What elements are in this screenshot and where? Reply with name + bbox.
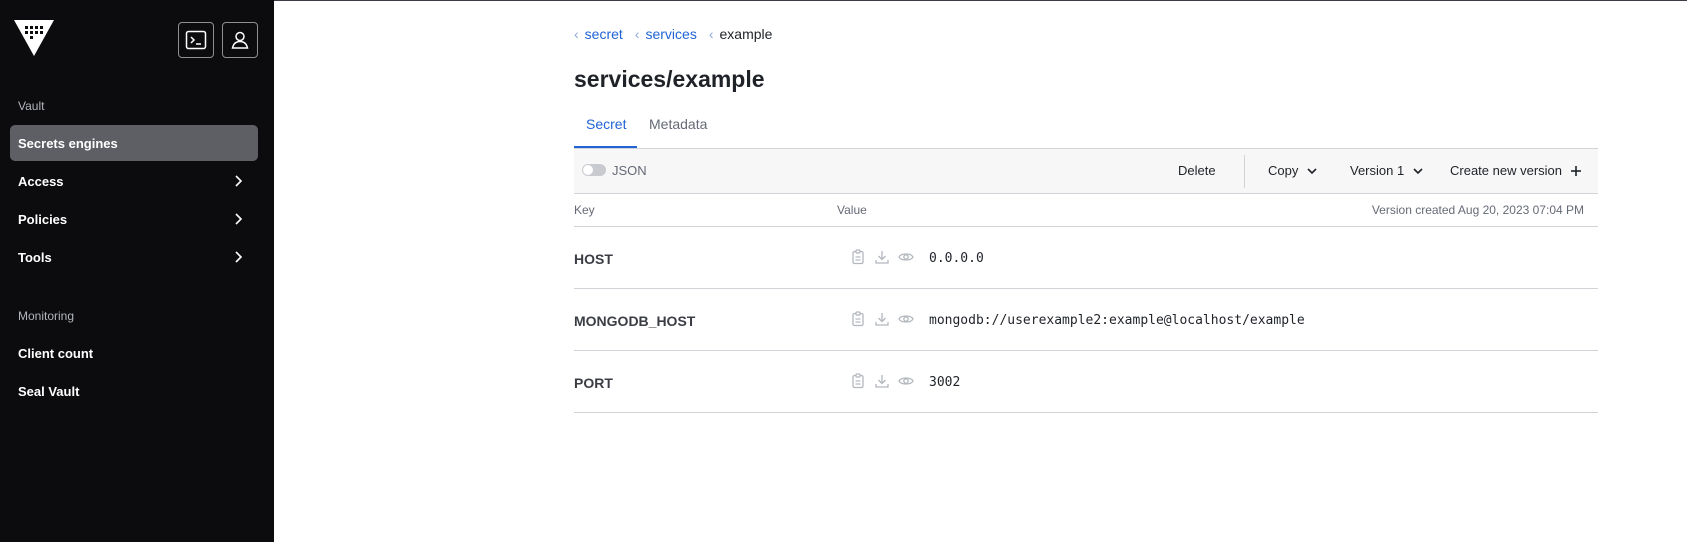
sidebar-item-access[interactable]: Access [10,163,258,199]
row-actions [850,373,914,389]
page-title: services/example [574,66,765,92]
breadcrumb: ‹ secret ‹ services ‹ example [574,26,784,42]
eye-icon[interactable] [898,249,914,265]
section-label-vault: Vault [18,99,45,113]
chevron-right-icon [235,175,243,187]
secret-value: 0.0.0.0 [929,251,984,266]
sidebar-item-seal-vault[interactable]: Seal Vault [10,373,258,409]
chevron-right-icon [235,213,243,225]
breadcrumb-current-label: example [719,26,773,42]
copy-button-label: Copy [1268,163,1299,178]
table-row: HOST 0.0.0.0 [574,227,1598,289]
table-row: PORT 3002 [574,351,1598,413]
delete-button-label: Delete [1178,163,1216,178]
console-toggle-button[interactable] [178,22,214,58]
chevron-down-icon [1413,167,1423,174]
column-header-value: Value [837,203,867,217]
secret-value: mongodb://userexample2:example@localhost… [929,313,1305,328]
column-header-key: Key [574,203,595,217]
user-icon [231,31,249,49]
chevron-down-icon [1307,167,1317,174]
secret-toolbar: JSON Delete Copy Version 1 Create new ve… [574,149,1598,194]
secret-key: MONGODB_HOST [574,313,696,329]
chevron-left-icon: ‹ [574,26,579,42]
sidebar-item-label: Access [18,173,64,189]
create-new-version-button[interactable]: Create new version [1450,163,1582,178]
chevron-right-icon [235,251,243,263]
chevron-left-icon: ‹ [634,26,640,42]
toolbar-divider [1244,155,1245,188]
eye-icon[interactable] [898,311,914,327]
version-created-label: Version created Aug 20, 2023 07:04 PM [1371,203,1584,217]
sidebar: Vault Secrets engines Access Policies To… [0,0,274,542]
tab-metadata[interactable]: Metadata [649,116,707,132]
breadcrumb-item-secret[interactable]: ‹ secret [574,26,623,42]
secret-key: HOST [574,251,613,267]
json-toggle[interactable] [582,164,606,176]
tab-bar: Secret Metadata [574,106,1598,149]
breadcrumb-link-secret[interactable]: secret [585,26,623,42]
sidebar-item-secrets-engines[interactable]: Secrets engines [10,125,258,161]
row-actions [850,249,914,265]
eye-icon[interactable] [898,373,914,389]
sidebar-item-label: Policies [18,211,68,227]
delete-button[interactable]: Delete [1178,163,1216,178]
sidebar-item-policies[interactable]: Policies [10,201,258,237]
copy-icon[interactable] [850,311,866,327]
copy-dropdown-button[interactable]: Copy [1268,163,1318,178]
download-icon[interactable] [874,373,890,389]
breadcrumb-item-current: ‹ example [709,26,773,42]
plus-icon [1571,165,1581,176]
main-top-border [274,0,1687,1]
vault-logo-icon[interactable] [14,20,54,60]
secret-value: 3002 [929,375,961,390]
user-menu-button[interactable] [222,22,258,58]
sidebar-item-label: Seal Vault [18,383,80,399]
secret-key: PORT [574,375,613,391]
download-icon[interactable] [874,311,890,327]
tab-secret[interactable]: Secret [586,116,626,132]
sidebar-item-label: Tools [18,249,52,265]
copy-icon[interactable] [850,249,866,265]
breadcrumb-item-services[interactable]: ‹ services [635,26,697,42]
terminal-icon [185,30,207,50]
copy-icon[interactable] [850,373,866,389]
create-new-version-label: Create new version [1450,163,1562,178]
active-tab-indicator [574,146,637,148]
chevron-left-icon: ‹ [708,26,714,42]
sidebar-item-client-count[interactable]: Client count [10,335,258,371]
version-button-label: Version 1 [1350,163,1405,178]
sidebar-item-label: Client count [18,345,94,361]
version-dropdown-button[interactable]: Version 1 [1350,163,1424,178]
download-icon[interactable] [874,249,890,265]
row-actions [850,311,914,327]
breadcrumb-link-services[interactable]: services [645,26,696,42]
table-row: MONGODB_HOST mongodb://userexample2:exam… [574,289,1598,351]
json-toggle-label: JSON [612,163,647,178]
section-label-monitoring: Monitoring [18,309,75,323]
sidebar-item-tools[interactable]: Tools [10,239,258,275]
sidebar-item-label: Secrets engines [18,135,118,151]
